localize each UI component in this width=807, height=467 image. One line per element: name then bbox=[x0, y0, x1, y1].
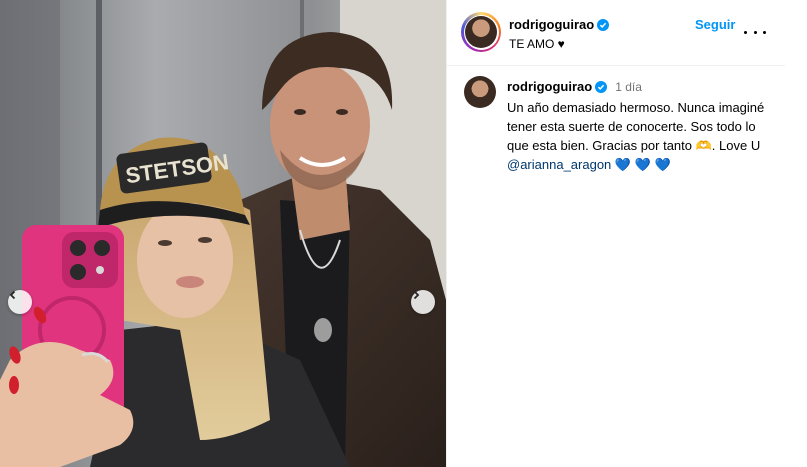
carousel-prev-button[interactable] bbox=[8, 290, 32, 314]
carousel-next-button[interactable] bbox=[411, 290, 435, 314]
follow-button[interactable]: Seguir bbox=[695, 17, 735, 32]
header-username[interactable]: rodrigoguirao bbox=[509, 17, 594, 32]
caption-avatar[interactable] bbox=[464, 76, 496, 108]
header-subtitle: TE AMO ♥ bbox=[509, 37, 565, 51]
caption-timestamp[interactable]: 1 día bbox=[615, 80, 642, 94]
verified-badge-icon bbox=[595, 80, 608, 93]
post-photo[interactable]: STETSON bbox=[0, 0, 446, 467]
more-options-button[interactable] bbox=[744, 24, 766, 40]
chevron-left-icon bbox=[9, 290, 16, 300]
chevron-right-icon bbox=[413, 290, 420, 300]
verified-badge-icon bbox=[597, 18, 610, 31]
avatar bbox=[465, 16, 497, 48]
caption-username[interactable]: rodrigoguirao bbox=[507, 79, 592, 94]
blue-heart-emoji: 💙 💙 💙 bbox=[611, 157, 671, 172]
more-horizontal-icon bbox=[744, 30, 747, 34]
story-avatar[interactable] bbox=[461, 12, 501, 52]
caption: rodrigoguirao 1 día Un año demasiado her… bbox=[507, 79, 772, 174]
page-margin bbox=[785, 0, 807, 467]
post-side-panel: rodrigoguirao TE AMO ♥ Seguir rodrigogui… bbox=[446, 0, 786, 467]
photo-illustration: STETSON bbox=[0, 0, 446, 467]
caption-text: Un año demasiado hermoso. Nunca imaginé … bbox=[507, 100, 765, 172]
mention-link[interactable]: @arianna_aragon bbox=[507, 157, 611, 172]
post-header: rodrigoguirao TE AMO ♥ Seguir bbox=[447, 0, 786, 66]
